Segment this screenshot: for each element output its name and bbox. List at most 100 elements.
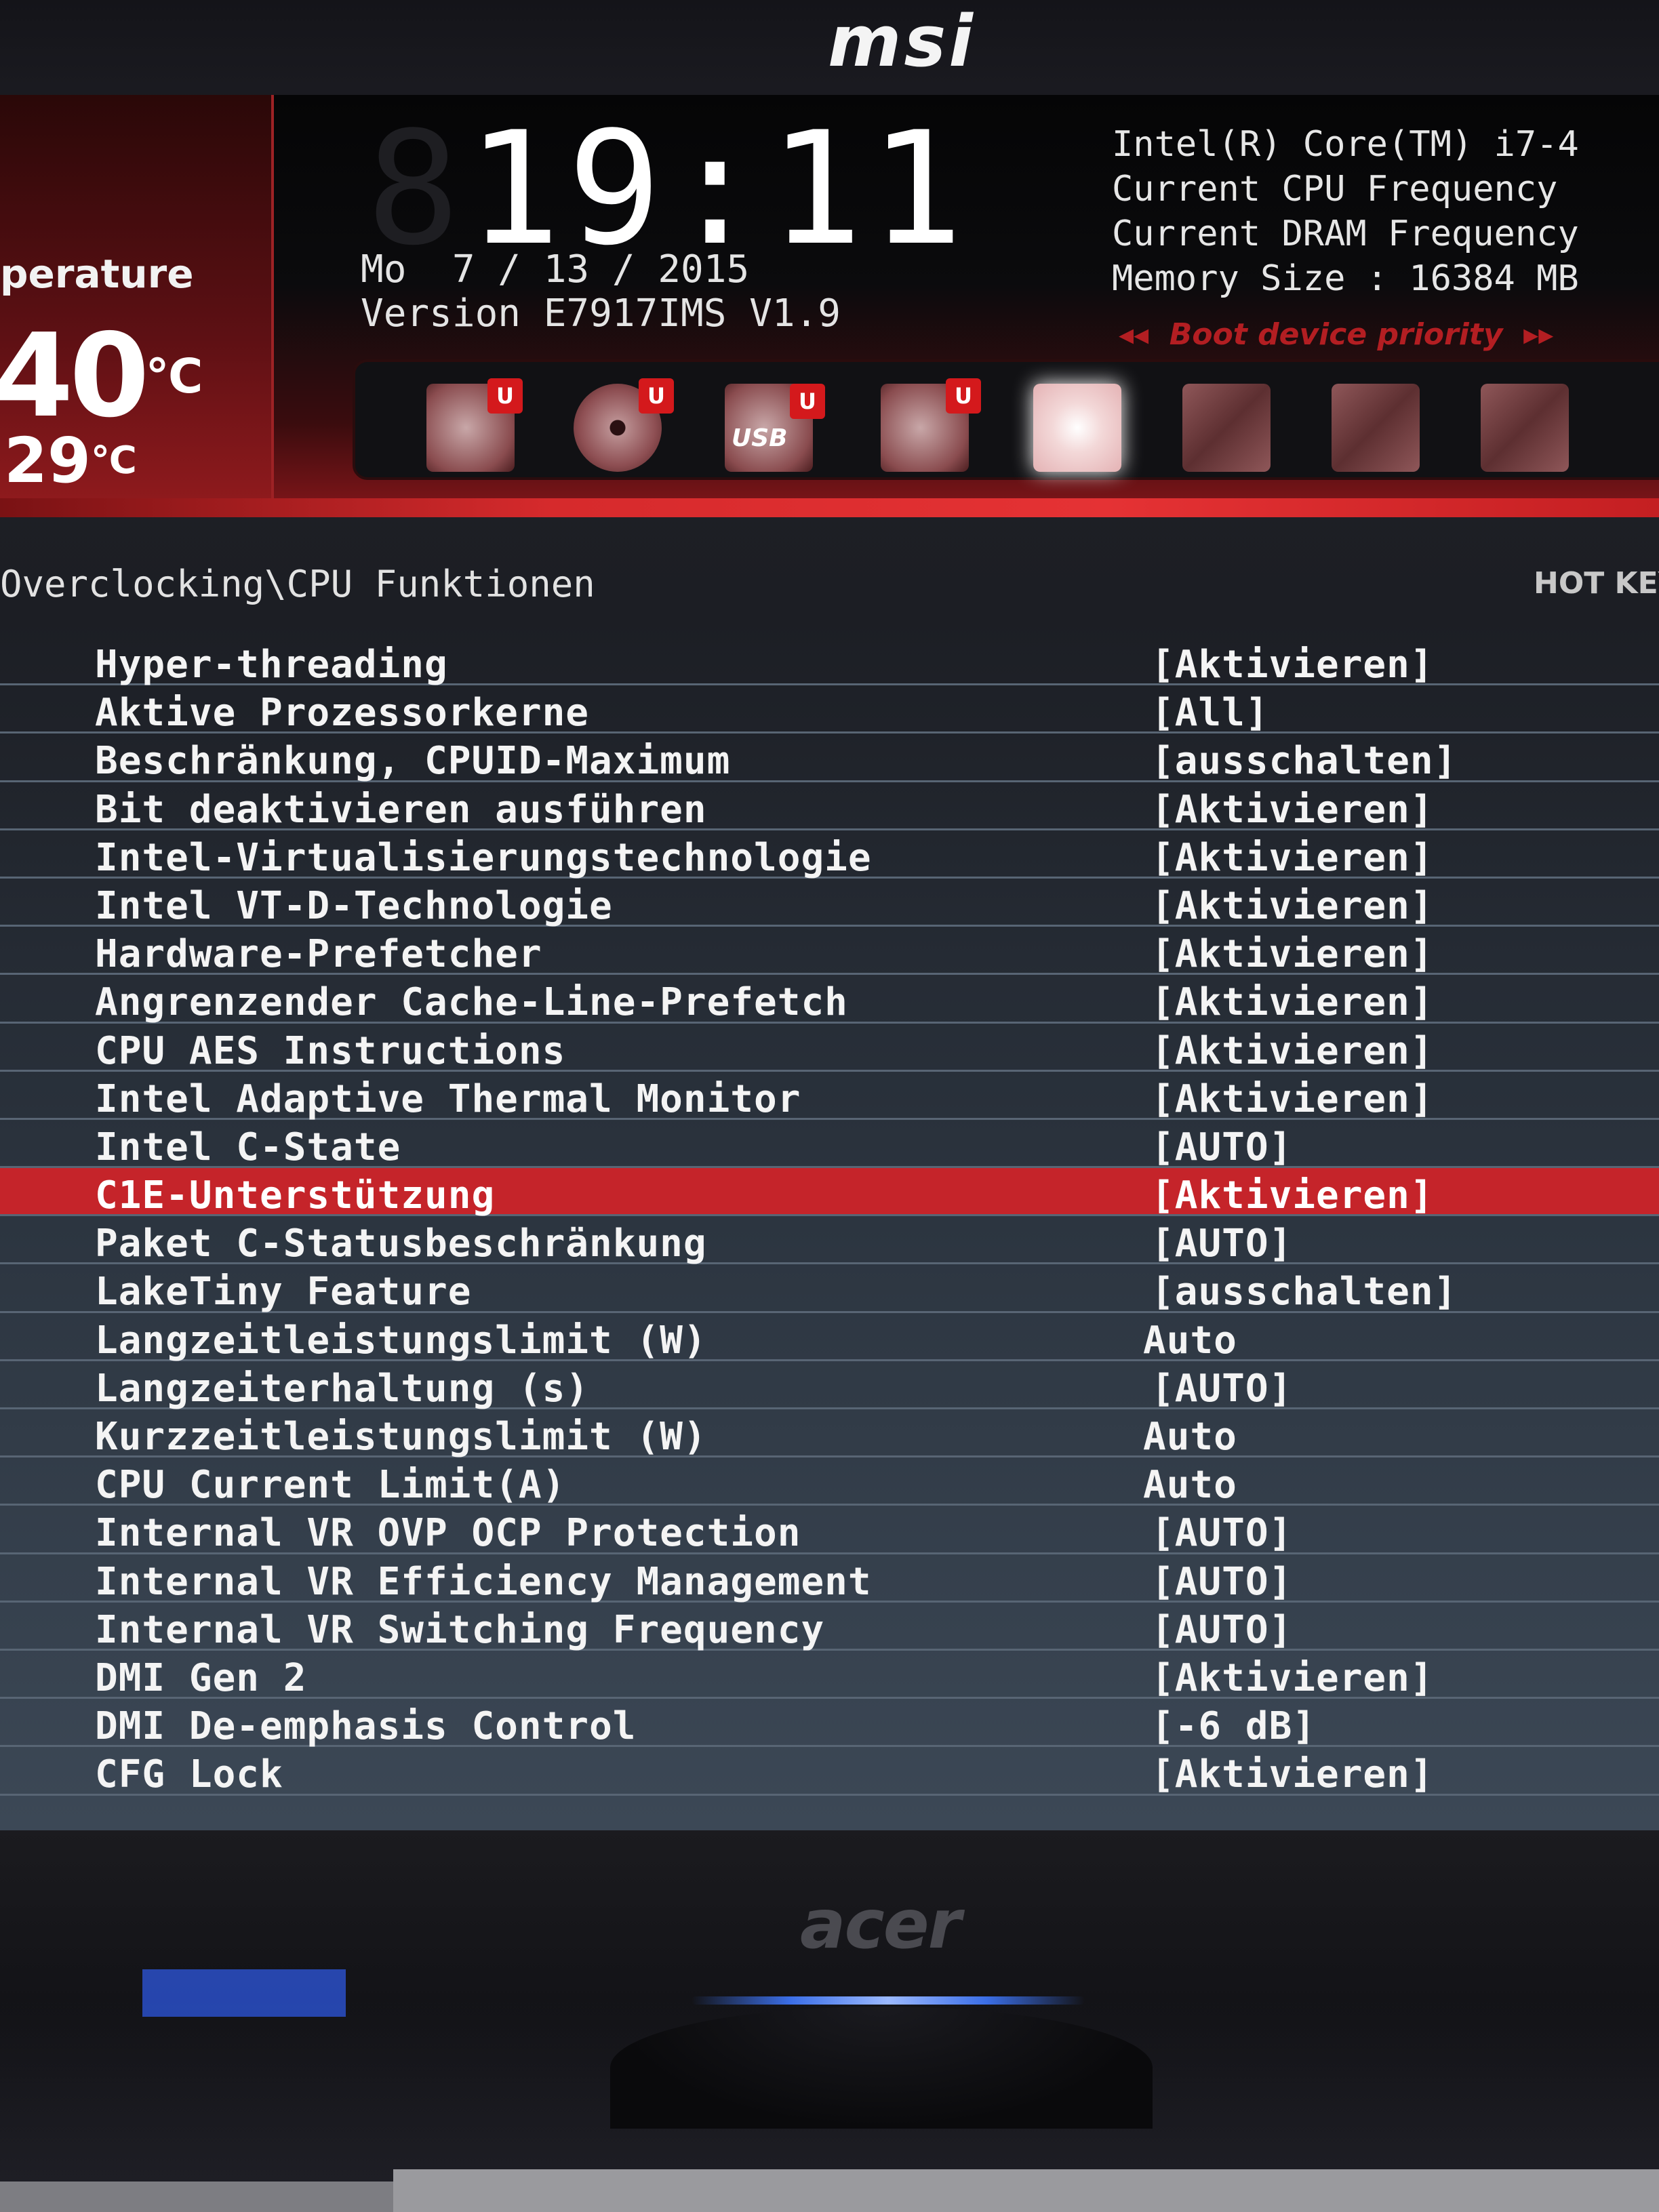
setting-value[interactable]: [Aktivieren] xyxy=(1151,884,1434,928)
setting-value[interactable]: [Aktivieren] xyxy=(1151,643,1434,687)
setting-name: C1E-Unterstützung xyxy=(95,1173,496,1218)
dram-frequency: Current DRAM Frequency xyxy=(1112,214,1579,254)
empty-slot-icon[interactable] xyxy=(1332,384,1420,472)
uefi-badge: U xyxy=(487,378,523,414)
setting-value[interactable]: [Aktivieren] xyxy=(1151,1077,1434,1121)
uefi-badge: U xyxy=(946,378,981,414)
setting-row[interactable]: Intel-Virtualisierungstechnologie [Aktivi… xyxy=(0,830,1659,880)
setting-row[interactable]: Paket C-Statusbeschränkung [AUTO] xyxy=(0,1216,1659,1266)
boot-device-bar: U U USB U U xyxy=(353,359,1659,480)
setting-row[interactable]: Bit deaktivieren ausführen [Aktivieren] xyxy=(0,782,1659,832)
setting-value[interactable]: [AUTO] xyxy=(1151,1511,1292,1555)
temperature-panel: perature 40℃ 29℃ xyxy=(0,95,274,502)
setting-row[interactable]: Kurzzeitleistungslimit (W) Auto xyxy=(0,1409,1659,1459)
setting-value[interactable]: [AUTO] xyxy=(1151,1367,1292,1411)
setting-name: DMI De-emphasis Control xyxy=(95,1704,637,1749)
photo: msi perature 40℃ 29℃ 819:11 Mo 7 / 13 / … xyxy=(0,0,1659,2212)
temperature-label: perature xyxy=(0,251,194,297)
setting-value[interactable]: [Aktivieren] xyxy=(1151,980,1434,1024)
usb-drive-icon[interactable]: USB U xyxy=(725,384,825,472)
setting-value[interactable]: Auto xyxy=(1143,1463,1237,1507)
stand-light xyxy=(692,1996,1085,2005)
setting-value[interactable]: [AUTO] xyxy=(1151,1608,1292,1652)
monitor-stand xyxy=(610,2007,1153,2129)
setting-value[interactable]: [-6 dB] xyxy=(1151,1704,1316,1748)
setting-value[interactable]: [Aktivieren] xyxy=(1151,836,1434,880)
setting-name: DMI Gen 2 xyxy=(95,1655,307,1700)
setting-name: LakeTiny Feature xyxy=(95,1270,472,1314)
mb-temp-value: 29 xyxy=(4,424,92,497)
setting-row[interactable]: Intel Adaptive Thermal Monitor [Aktiviere… xyxy=(0,1072,1659,1121)
optical-disc-icon[interactable]: U xyxy=(574,378,674,472)
clock: 819:11 xyxy=(366,99,970,280)
breadcrumb: Overclocking\CPU Funktionen xyxy=(0,563,595,605)
setting-row[interactable]: Beschränkung, CPUID-Maximum [ausschalten] xyxy=(0,733,1659,783)
setting-value[interactable]: Auto xyxy=(1143,1415,1237,1459)
setting-row[interactable]: CPU AES Instructions [Aktivieren] xyxy=(0,1024,1659,1073)
setting-row[interactable]: LakeTiny Feature [ausschalten] xyxy=(0,1264,1659,1314)
setting-value[interactable]: [AUTO] xyxy=(1151,1222,1292,1266)
bios-version: Version E7917IMS V1.9 xyxy=(361,291,841,336)
settings-list: Hyper-threading [Aktivieren] Aktive Prozes… xyxy=(0,637,1659,1796)
setting-value[interactable]: [ausschalten] xyxy=(1151,739,1457,783)
setting-value[interactable]: [Aktivieren] xyxy=(1151,1173,1434,1218)
setting-row[interactable]: C1E-Unterstützung [Aktivieren] xyxy=(0,1168,1659,1218)
msi-logo: msi xyxy=(828,0,976,83)
setting-name: Aktive Prozessorkerne xyxy=(95,691,590,736)
cpu-temp-unit: ℃ xyxy=(145,348,203,404)
hard-disk-icon[interactable]: U xyxy=(426,378,523,472)
cpu-frequency: Current CPU Frequency xyxy=(1112,169,1558,209)
setting-name: Intel Adaptive Thermal Monitor xyxy=(95,1077,801,1121)
acer-logo: acer xyxy=(800,1885,961,1964)
setting-row[interactable]: Hardware-Prefetcher [Aktivieren] xyxy=(0,927,1659,976)
setting-name: Bit deaktivieren ausführen xyxy=(95,787,707,832)
setting-name: Hyper-threading xyxy=(95,643,448,687)
usb-label: USB xyxy=(732,424,788,452)
setting-row[interactable]: Internal VR Efficiency Management [AUTO] xyxy=(0,1554,1659,1604)
memory-size: Memory Size : 16384 MB xyxy=(1112,258,1579,299)
setting-value[interactable]: [Aktivieren] xyxy=(1151,932,1434,976)
setting-row[interactable]: Langzeiterhaltung (s) [AUTO] xyxy=(0,1361,1659,1411)
setting-name: Langzeiterhaltung (s) xyxy=(95,1366,590,1411)
setting-value[interactable]: [AUTO] xyxy=(1151,1125,1292,1169)
setting-row[interactable]: Angrenzender Cache-Line-Prefetch [Aktivie… xyxy=(0,975,1659,1025)
empty-slot-icon[interactable] xyxy=(1182,384,1271,472)
hotkey-button[interactable]: HOT KEY xyxy=(1534,566,1659,601)
setting-value[interactable]: Auto xyxy=(1143,1319,1237,1363)
setting-value[interactable]: [AUTO] xyxy=(1151,1560,1292,1604)
setting-name: CPU AES Instructions xyxy=(95,1028,566,1073)
setting-name: Paket C-Statusbeschränkung xyxy=(95,1222,707,1266)
setting-value[interactable]: [Aktivieren] xyxy=(1151,1029,1434,1073)
setting-name: Internal VR Switching Frequency xyxy=(95,1607,825,1652)
hard-disk-icon[interactable] xyxy=(1033,384,1121,472)
setting-row[interactable]: DMI Gen 2 [Aktivieren] xyxy=(0,1651,1659,1700)
empty-slot-icon[interactable] xyxy=(1481,384,1569,472)
setting-name: Intel C-State xyxy=(95,1125,401,1169)
mb-temperature: 29℃ xyxy=(4,427,137,495)
mb-temp-unit: ℃ xyxy=(91,439,137,483)
setting-name: Angrenzender Cache-Line-Prefetch xyxy=(95,980,848,1025)
bios-screen: perature 40℃ 29℃ 819:11 Mo 7 / 13 / 2015… xyxy=(0,95,1659,1830)
setting-row[interactable]: Intel C-State [AUTO] xyxy=(0,1120,1659,1169)
setting-row[interactable]: Langzeitleistungslimit (W) Auto xyxy=(0,1313,1659,1363)
network-drive-icon[interactable]: U xyxy=(881,378,981,472)
setting-name: Internal VR OVP OCP Protection xyxy=(95,1511,801,1556)
setting-row[interactable]: Aktive Prozessorkerne [All] xyxy=(0,685,1659,736)
setting-row[interactable]: Hyper-threading [Aktivieren] xyxy=(0,637,1659,687)
setting-value[interactable]: [Aktivieren] xyxy=(1151,1656,1434,1700)
setting-value[interactable]: [All] xyxy=(1151,691,1269,735)
uefi-badge: U xyxy=(790,384,825,419)
cpu-temperature: 40℃ xyxy=(0,319,203,434)
system-info: Intel(R) Core(TM) i7-4 Current CPU Frequ… xyxy=(1112,122,1659,301)
setting-value[interactable]: [ausschalten] xyxy=(1151,1270,1457,1314)
setting-value[interactable]: [Aktivieren] xyxy=(1151,1752,1434,1796)
setting-name: Internal VR Efficiency Management xyxy=(95,1559,872,1604)
setting-value[interactable]: [Aktivieren] xyxy=(1151,788,1434,832)
uefi-badge: U xyxy=(639,378,674,414)
setting-row[interactable]: DMI De-emphasis Control [-6 dB] xyxy=(0,1699,1659,1749)
setting-row[interactable]: Intel VT-D-Technologie [Aktivieren] xyxy=(0,879,1659,928)
setting-row[interactable]: CPU Current Limit(A) Auto xyxy=(0,1457,1659,1507)
setting-row[interactable]: Internal VR OVP OCP Protection [AUTO] xyxy=(0,1506,1659,1556)
setting-row[interactable]: Internal VR Switching Frequency [AUTO] xyxy=(0,1603,1659,1652)
setting-row[interactable]: CFG Lock [Aktivieren] xyxy=(0,1747,1659,1796)
